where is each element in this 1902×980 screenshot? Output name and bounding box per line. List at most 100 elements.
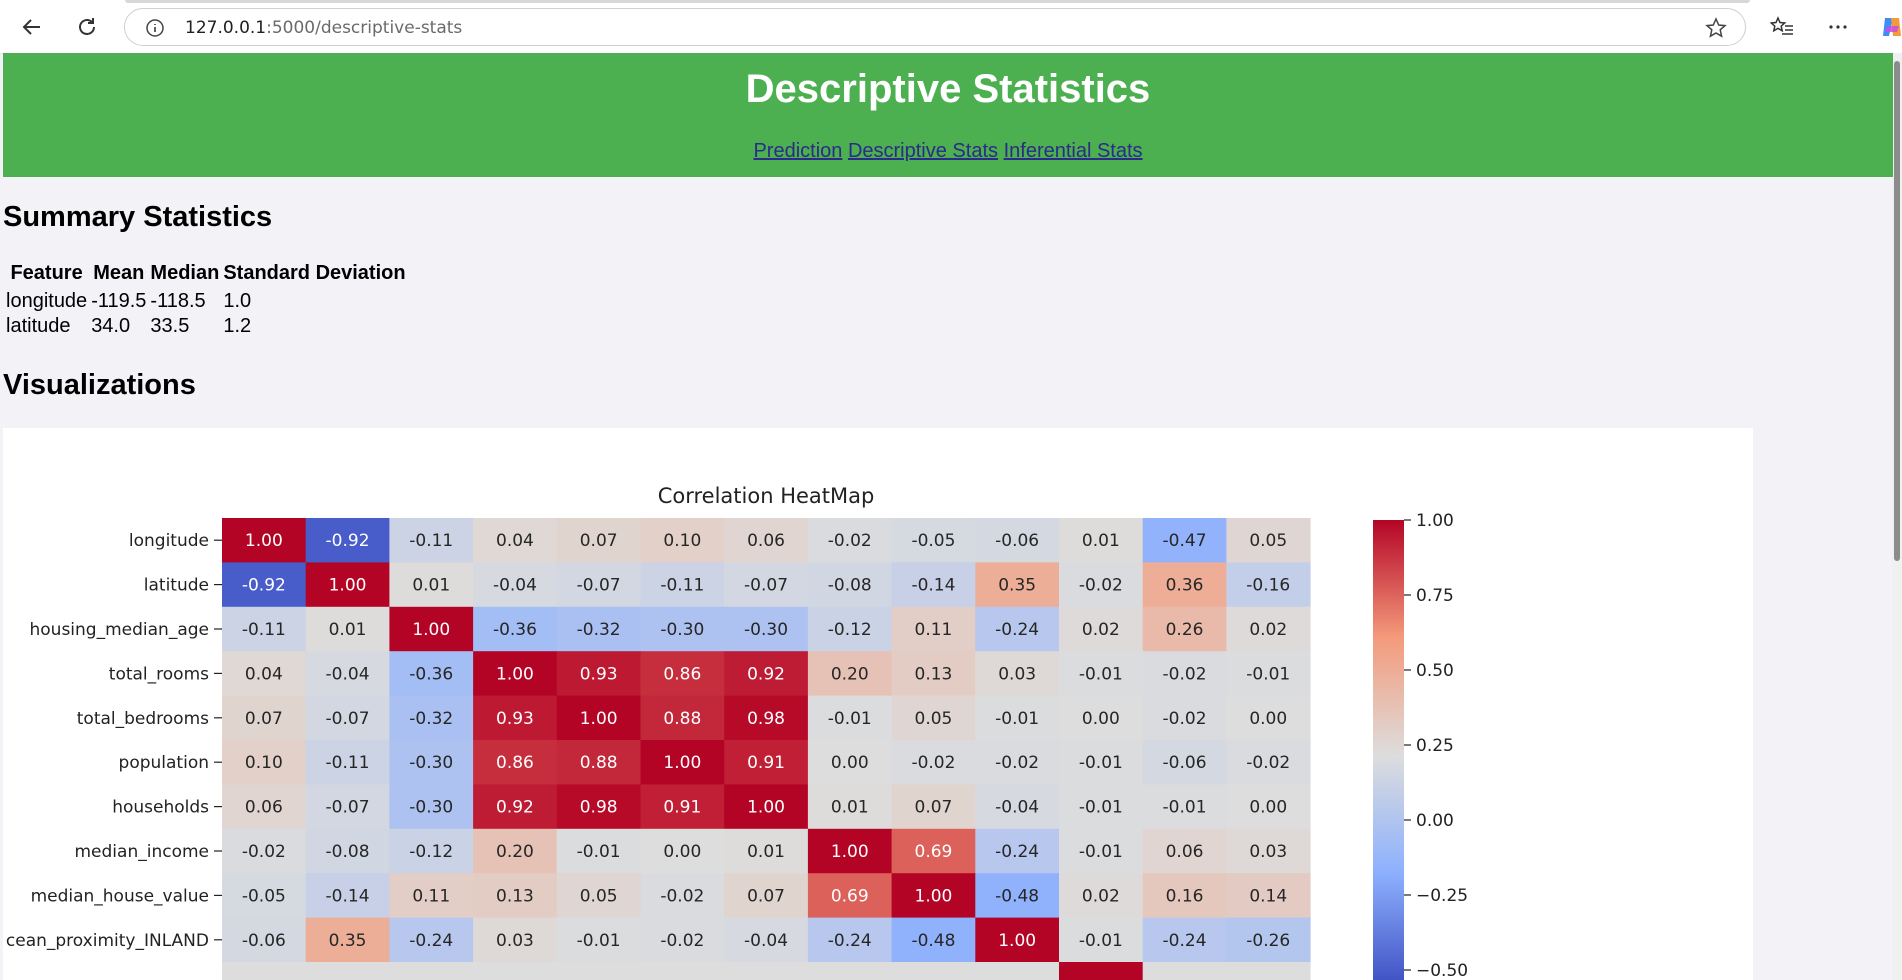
cell-value-label: -0.01 <box>1079 664 1123 684</box>
heatmap-cell <box>891 962 976 980</box>
cell-value-label: 0.04 <box>245 664 283 684</box>
cell-value-label: -0.02 <box>828 531 872 551</box>
more-menu-button[interactable] <box>1822 11 1854 43</box>
cell-value-label: -0.24 <box>995 620 1039 640</box>
url-text[interactable]: 127.0.0.1:5000/descriptive-stats <box>185 18 462 38</box>
cell-value-label: 0.10 <box>245 753 283 773</box>
reload-icon <box>79 18 95 35</box>
cell-value-label: 0.16 <box>1166 886 1204 906</box>
cell-value-label: 0.07 <box>915 798 953 818</box>
cell-value-label: -0.01 <box>995 709 1039 729</box>
tab-strip-edge <box>125 0 1750 3</box>
cell-value-label: 0.01 <box>831 798 869 818</box>
cell-value-label: -0.02 <box>660 886 704 906</box>
row-tick-label: total_rooms <box>109 664 209 684</box>
cell-value-label: 0.20 <box>831 664 869 684</box>
scrollbar-thumb[interactable] <box>1894 61 1900 561</box>
row-tick-label: households <box>112 798 209 818</box>
heatmap-cell <box>556 962 641 980</box>
cell-value-label: -0.07 <box>744 576 788 596</box>
cell-value-label: 0.13 <box>496 886 534 906</box>
summary-table: Feature Mean Median Standard Deviation l… <box>4 262 408 339</box>
cell-value-label: 0.02 <box>1082 886 1120 906</box>
cell-value-label: 0.00 <box>1249 709 1287 729</box>
chart-title: Correlation HeatMap <box>658 484 875 508</box>
cell-value-label: -0.08 <box>326 842 370 862</box>
cell-value-label: 0.91 <box>663 798 701 818</box>
cell-value-label: 0.03 <box>1249 842 1287 862</box>
cell-value-label: -0.92 <box>242 576 286 596</box>
colorbar <box>1373 520 1404 980</box>
table-row: latitude 34.0 33.5 1.2 <box>4 314 408 339</box>
cell-value-label: 0.02 <box>1249 620 1287 640</box>
cell-value-label: 0.88 <box>663 709 701 729</box>
cell-value-label: -0.02 <box>1246 753 1290 773</box>
heatmap-cell <box>305 962 390 980</box>
cell-value-label: -0.30 <box>409 798 453 818</box>
cell-value-label: 0.92 <box>747 664 785 684</box>
cell-value-label: -0.02 <box>242 842 286 862</box>
cell-value-label: 0.86 <box>496 753 534 773</box>
column-header: Mean <box>93 262 145 284</box>
cell-value-label: -0.32 <box>409 709 453 729</box>
address-bar[interactable]: 127.0.0.1:5000/descriptive-stats <box>124 8 1746 46</box>
table-cell: -118.5 <box>150 290 206 312</box>
cell-value-label: -0.24 <box>995 842 1039 862</box>
colorbar-tick-label: 1.00 <box>1416 511 1454 531</box>
heatmap-cell <box>473 962 558 980</box>
cell-value-label: 0.02 <box>1082 620 1120 640</box>
cell-value-label: 1.00 <box>915 886 953 906</box>
cell-value-label: -0.02 <box>1163 709 1207 729</box>
cell-value-label: -0.05 <box>911 531 955 551</box>
cell-value-label: 0.00 <box>1249 798 1287 818</box>
heatmap-cell <box>389 962 474 980</box>
cell-value-label: -0.14 <box>326 886 370 906</box>
cell-value-label: -0.32 <box>577 620 621 640</box>
cell-value-label: 0.01 <box>412 576 450 596</box>
cell-value-label: 0.93 <box>496 709 534 729</box>
cell-value-label: 0.05 <box>915 709 953 729</box>
cell-value-label: 1.00 <box>496 664 534 684</box>
cell-value-label: -0.04 <box>995 798 1039 818</box>
cell-value-label: -0.04 <box>493 576 537 596</box>
cell-value-label: 0.03 <box>496 931 534 951</box>
favorites-list-icon <box>1770 16 1793 35</box>
cell-value-label: 0.00 <box>831 753 869 773</box>
heatmap-cell <box>1059 962 1144 980</box>
nav-link-prediction[interactable]: Prediction <box>753 140 842 162</box>
cell-value-label: -0.01 <box>1079 798 1123 818</box>
heatmap-cell <box>975 962 1060 980</box>
cell-value-label: 0.13 <box>915 664 953 684</box>
reload-button[interactable] <box>71 11 103 43</box>
nav-link-inferential-stats[interactable]: Inferential Stats <box>1004 140 1143 162</box>
cell-value-label: -0.24 <box>409 931 453 951</box>
cell-value-label: 1.00 <box>663 753 701 773</box>
browser-toolbar: 127.0.0.1:5000/descriptive-stats <box>0 0 1902 54</box>
row-tick-label: population <box>119 753 209 773</box>
cell-value-label: -0.01 <box>1163 798 1207 818</box>
cell-value-label: -0.07 <box>326 709 370 729</box>
favorites-button[interactable] <box>1766 11 1798 43</box>
cell-value-label: 0.69 <box>915 842 953 862</box>
copilot-button[interactable] <box>1876 11 1902 43</box>
cell-value-label: 0.35 <box>998 576 1036 596</box>
cell-value-label: -0.24 <box>1163 931 1207 951</box>
cell-value-label: -0.07 <box>577 576 621 596</box>
back-button[interactable] <box>16 11 48 43</box>
cell-value-label: -0.14 <box>911 576 955 596</box>
cell-value-label: 1.00 <box>580 709 618 729</box>
cell-value-label: -0.24 <box>828 931 872 951</box>
page-scrollbar[interactable] <box>1892 53 1902 980</box>
cell-value-label: 0.01 <box>329 620 367 640</box>
nav-link-descriptive-stats[interactable]: Descriptive Stats <box>848 140 998 162</box>
site-info-icon[interactable] <box>145 18 165 38</box>
row-tick-label: longitude <box>129 531 209 551</box>
cell-value-label: -0.36 <box>493 620 537 640</box>
favorite-star-icon[interactable] <box>1705 17 1727 39</box>
cell-value-label: -0.02 <box>911 753 955 773</box>
cell-value-label: 0.93 <box>580 664 618 684</box>
cell-value-label: -0.30 <box>409 753 453 773</box>
cell-value-label: 0.01 <box>1082 531 1120 551</box>
cell-value-label: -0.12 <box>828 620 872 640</box>
row-tick-label: total_bedrooms <box>77 709 209 729</box>
